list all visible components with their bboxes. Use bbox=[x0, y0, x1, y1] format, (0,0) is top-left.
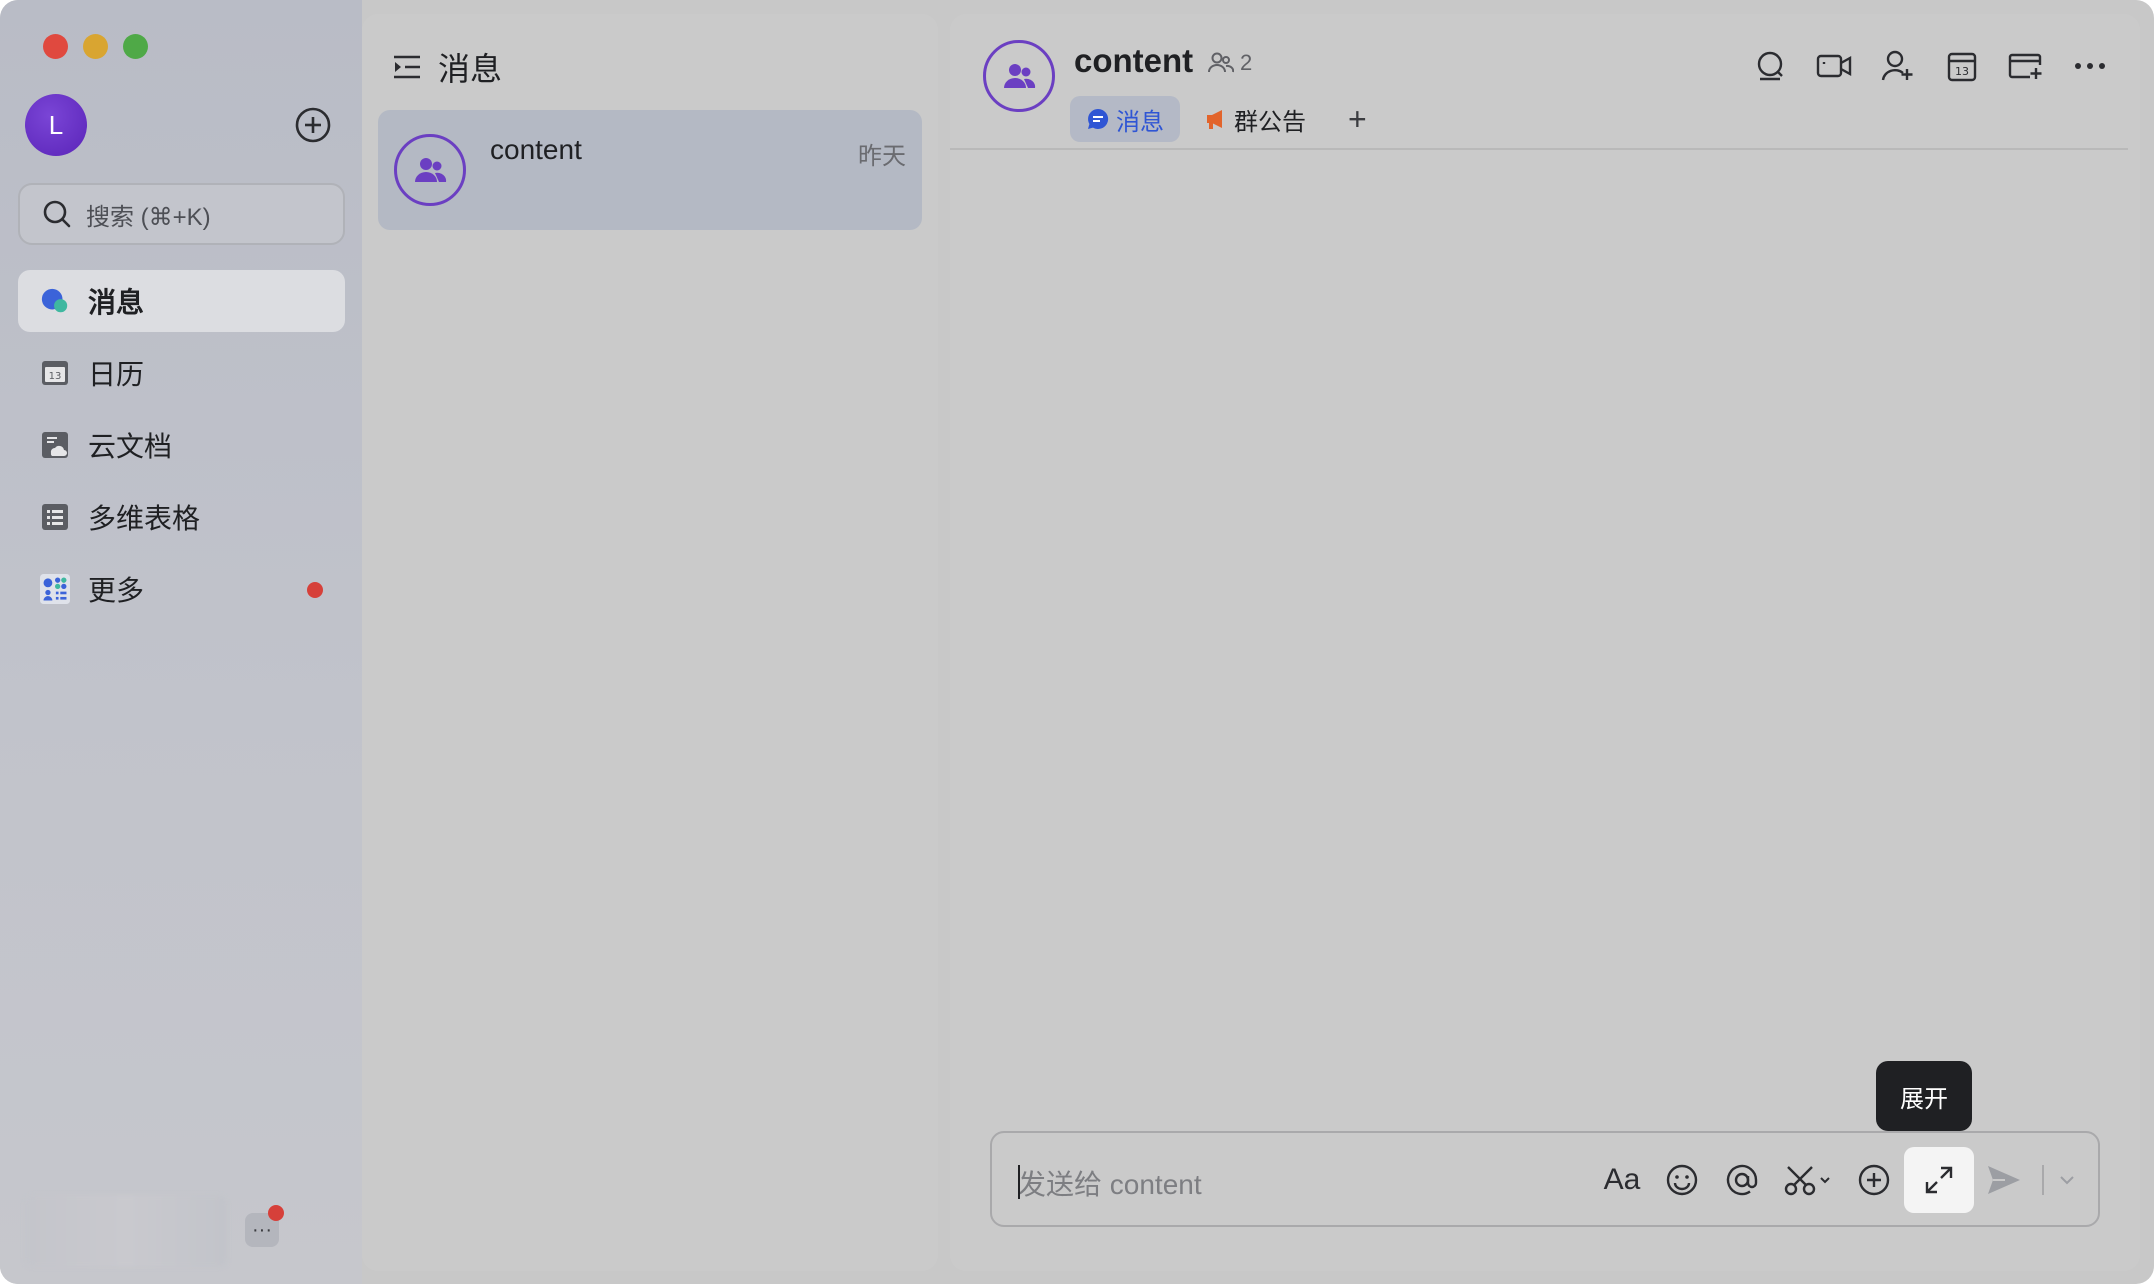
at-icon bbox=[1726, 1164, 1758, 1196]
divider bbox=[2042, 1165, 2044, 1195]
video-icon bbox=[1816, 54, 1852, 78]
svg-text:13: 13 bbox=[1955, 65, 1969, 78]
add-user-icon bbox=[1881, 50, 1913, 81]
table-icon bbox=[40, 502, 70, 532]
tab-label: 消息 bbox=[1116, 108, 1164, 136]
header-toolbar: 13 bbox=[1738, 46, 2122, 86]
sidebar-item-docs[interactable]: 云文档 bbox=[18, 414, 345, 476]
apps-grid-icon bbox=[40, 574, 70, 604]
tab-label: 群公告 bbox=[1234, 108, 1306, 136]
header-divider bbox=[950, 148, 2128, 150]
minimize-window-button[interactable] bbox=[83, 34, 108, 59]
chat-tabs: 消息 群公告 + bbox=[1070, 96, 1367, 142]
group-icon bbox=[1004, 64, 1036, 88]
expand-icon bbox=[1925, 1166, 1953, 1194]
plus-circle-icon bbox=[1858, 1164, 1890, 1196]
calendar-icon: 13 bbox=[1947, 52, 1977, 82]
chat-list-item[interactable]: content 昨天 bbox=[378, 110, 922, 230]
group-icon bbox=[415, 158, 447, 182]
list-title: 消息 bbox=[438, 51, 503, 87]
sidebar-item-messages[interactable]: 消息 bbox=[18, 270, 345, 332]
notification-badge bbox=[307, 582, 323, 598]
emoji-icon bbox=[1666, 1164, 1698, 1196]
add-member-button[interactable] bbox=[1866, 46, 1930, 86]
add-attachment-button[interactable] bbox=[1844, 1147, 1904, 1213]
message-bubble-icon bbox=[1088, 108, 1109, 129]
collapse-list-icon[interactable] bbox=[392, 53, 422, 81]
send-options-button[interactable] bbox=[2052, 1147, 2082, 1213]
group-avatar[interactable] bbox=[983, 40, 1055, 112]
search-placeholder: 搜索 (⌘+K) bbox=[86, 203, 211, 231]
search-chat-button[interactable] bbox=[1738, 46, 1802, 86]
format-button[interactable]: Aa bbox=[1592, 1147, 1652, 1213]
member-count-value: 2 bbox=[1240, 50, 1253, 75]
search-icon bbox=[43, 200, 71, 228]
sidebar-item-label: 日历 bbox=[88, 359, 145, 390]
sidebar: L 搜索 (⌘+K) 消息 13 日历 云文档 多维表格 更多 ··· bbox=[0, 0, 362, 1284]
more-label: ··· bbox=[252, 1218, 272, 1241]
mention-button[interactable] bbox=[1712, 1147, 1772, 1213]
chevron-down-icon bbox=[2060, 1176, 2074, 1185]
chat-name: content bbox=[490, 134, 582, 165]
format-icon: Aa bbox=[1603, 1163, 1641, 1196]
input-toolbar: Aa bbox=[1592, 1147, 2082, 1213]
screenshot-button[interactable] bbox=[1772, 1147, 1844, 1213]
user-avatar[interactable]: L bbox=[25, 94, 87, 156]
chat-time: 昨天 bbox=[858, 143, 906, 170]
sidebar-item-label: 更多 bbox=[88, 575, 145, 606]
megaphone-icon bbox=[1207, 110, 1222, 129]
sidebar-item-label: 消息 bbox=[88, 287, 145, 318]
blurred-profile-area bbox=[25, 1195, 227, 1267]
notification-badge bbox=[268, 1205, 284, 1221]
add-window-icon bbox=[2008, 53, 2042, 79]
calendar-button[interactable]: 13 bbox=[1930, 46, 1994, 86]
expand-tooltip: 展开 bbox=[1876, 1061, 1972, 1141]
emoji-button[interactable] bbox=[1652, 1147, 1712, 1213]
message-input[interactable]: 发送给 content Aa bbox=[990, 1131, 2100, 1227]
chat-list-panel: 消息 content 昨天 bbox=[362, 14, 938, 1271]
avatar-initial: L bbox=[48, 109, 64, 140]
send-button[interactable] bbox=[1974, 1147, 2034, 1213]
svg-text:13: 13 bbox=[49, 371, 62, 382]
add-icon[interactable] bbox=[294, 106, 332, 144]
list-header: 消息 bbox=[392, 44, 502, 90]
more-icon bbox=[2075, 63, 2105, 69]
more-options-button[interactable] bbox=[2058, 46, 2122, 86]
sidebar-item-calendar[interactable]: 13 日历 bbox=[18, 342, 345, 404]
sidebar-item-more[interactable]: 更多 bbox=[18, 558, 345, 620]
cloud-doc-icon bbox=[40, 430, 70, 460]
calendar-icon: 13 bbox=[40, 358, 70, 388]
close-window-button[interactable] bbox=[43, 34, 68, 59]
group-avatar bbox=[394, 134, 466, 206]
chat-panel: content 2 13 消息 群公告 + 展开 发送给 content Aa bbox=[950, 14, 2140, 1271]
chat-title: content bbox=[1074, 42, 1194, 79]
tab-announcement[interactable]: 群公告 bbox=[1188, 96, 1322, 142]
expand-button[interactable] bbox=[1904, 1147, 1974, 1213]
member-count[interactable]: 2 bbox=[1208, 50, 1252, 76]
scissors-icon bbox=[1784, 1166, 1830, 1196]
add-tab-button[interactable] bbox=[1994, 46, 2058, 86]
search-icon bbox=[1757, 51, 1783, 81]
app-window: L 搜索 (⌘+K) 消息 13 日历 云文档 多维表格 更多 ··· 消息 c… bbox=[0, 0, 2154, 1284]
maximize-window-button[interactable] bbox=[123, 34, 148, 59]
sidebar-item-label: 云文档 bbox=[88, 431, 173, 462]
sidebar-item-label: 多维表格 bbox=[88, 503, 201, 534]
tab-messages[interactable]: 消息 bbox=[1070, 96, 1180, 142]
input-placeholder: 发送给 content bbox=[1018, 1169, 1202, 1200]
video-call-button[interactable] bbox=[1802, 46, 1866, 86]
search-input[interactable]: 搜索 (⌘+K) bbox=[18, 183, 345, 245]
add-tab-plus-button[interactable]: + bbox=[1348, 101, 1367, 138]
send-icon bbox=[1988, 1166, 2020, 1194]
text-caret bbox=[1018, 1165, 1020, 1199]
messages-icon bbox=[40, 286, 70, 316]
sidebar-item-base[interactable]: 多维表格 bbox=[18, 486, 345, 548]
members-icon bbox=[1208, 52, 1234, 73]
